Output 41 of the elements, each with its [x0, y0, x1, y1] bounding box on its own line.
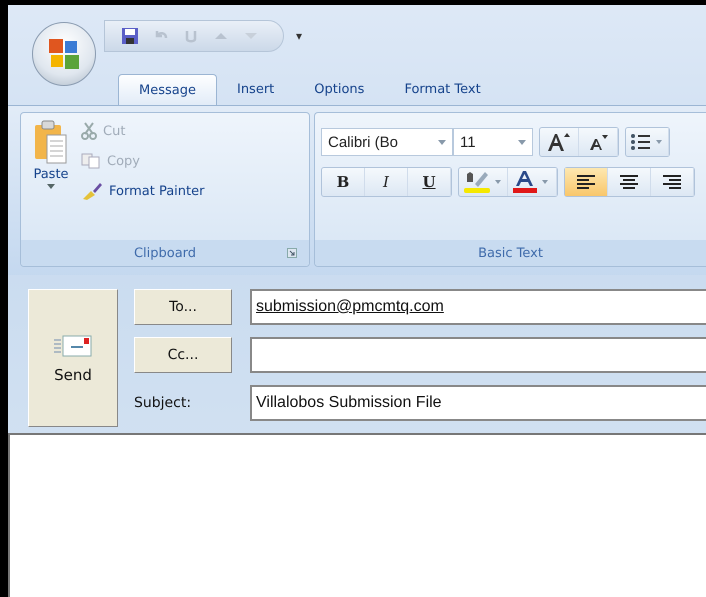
paintbrush-icon — [81, 181, 103, 201]
recipient-address[interactable]: submission@pmcmtq.com — [256, 298, 444, 316]
format-button[interactable]: B — [322, 168, 365, 196]
align-left-icon — [576, 174, 596, 190]
cc-field[interactable] — [250, 337, 706, 373]
send-button[interactable]: Send — [28, 289, 118, 427]
format-button[interactable]: I — [365, 168, 408, 196]
dialog-launcher-icon[interactable] — [287, 248, 297, 258]
grow-font-icon — [546, 131, 572, 153]
subject-label: Subject: — [134, 395, 192, 411]
align-center-icon — [619, 174, 639, 190]
message-body-field[interactable] — [8, 433, 706, 597]
dropdown-caret-icon — [518, 140, 526, 144]
bullet-list-icon — [630, 132, 664, 152]
dropdown-caret-icon — [47, 184, 55, 189]
ribbon-tab[interactable]: Message — [118, 74, 217, 105]
dropdown-caret-icon — [438, 140, 446, 144]
ribbon-tab[interactable]: Options — [294, 74, 384, 105]
paste-button[interactable]: Paste — [27, 119, 75, 240]
ribbon-tab[interactable]: Format Text — [384, 74, 501, 105]
cc-button[interactable]: Cc... — [134, 337, 232, 373]
align-left-button[interactable] — [565, 168, 608, 196]
scissors-icon — [81, 122, 97, 140]
shrink-font-icon — [587, 132, 609, 152]
clipboard-icon — [33, 119, 69, 165]
save-icon[interactable] — [121, 27, 139, 45]
to-field[interactable]: submission@pmcmtq.com — [250, 289, 706, 325]
copy-icon — [81, 153, 101, 169]
highlighter-icon — [463, 170, 503, 194]
ribbon-tab[interactable]: Insert — [216, 74, 294, 105]
clipboard-command[interactable]: Format Painter — [81, 179, 204, 203]
subject-field[interactable]: Villalobos Submission File — [250, 385, 706, 421]
office-logo-icon — [47, 37, 81, 71]
group-label: Clipboard — [134, 246, 196, 260]
format-button[interactable]: U — [408, 168, 451, 196]
customize-toolbar-button[interactable]: ▾ — [296, 29, 302, 43]
to-button[interactable]: To... — [134, 289, 232, 325]
group-label: Basic Text — [478, 246, 543, 260]
align-right-icon — [662, 174, 682, 190]
font-size-dropdown[interactable]: 11 — [453, 128, 533, 156]
font-name-dropdown[interactable]: Calibri (Bo — [321, 128, 453, 156]
